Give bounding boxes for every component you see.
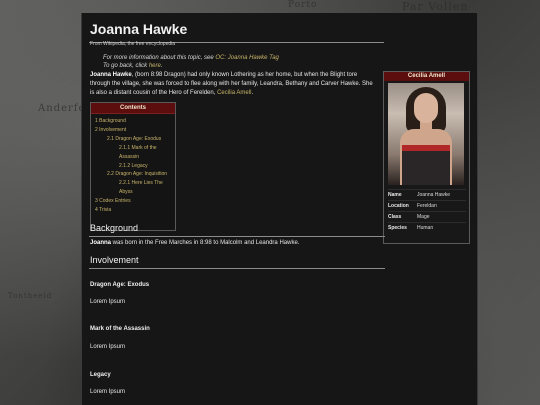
toc-item-here-lies-the-abyss[interactable]: 2.2.1 Here Lies The <box>95 179 171 188</box>
hatnote-back-link[interactable]: here <box>149 63 161 69</box>
toc-item-legacy[interactable]: 2.1.2 Legacy <box>95 162 171 171</box>
toc-item-mark-of-the-assassin[interactable]: 2.1.1 Mark of the <box>95 144 171 153</box>
page-title: Joanna Hawke <box>90 21 188 37</box>
infobox-row: Class Mage <box>388 211 466 222</box>
section-heading-involvement: Involvement <box>90 255 139 265</box>
toc-item-codex-entries[interactable]: 3 Codex Entries <box>95 197 171 206</box>
source-note-text: From Wikipedia, the free encyclopedia <box>90 41 176 47</box>
background-paragraph: Joanna was born in the Free Marches in 8… <box>90 240 299 246</box>
infobox-table: Name Joanna Hawke Location Fereldan Class M… <box>388 189 466 233</box>
map-label: Porto <box>288 0 318 10</box>
toc-item-exodus[interactable]: 2.1 Dragon Age: Exodus <box>95 135 171 144</box>
infobox-key: Species <box>388 225 407 231</box>
hatnote: For more information about this topic, s… <box>103 54 279 70</box>
infobox-row: Location Fereldan <box>388 200 466 211</box>
subsection-heading-legacy: Legacy <box>90 372 111 378</box>
lead-name: Joanna Hawke <box>90 72 132 78</box>
infobox-title: Cecilia Amell <box>384 72 469 81</box>
map-label: Par Vollen <box>402 0 469 13</box>
article-page: Joanna Hawke From Wikipedia, the free en… <box>81 13 478 405</box>
section-divider <box>89 268 385 269</box>
toc-title: Contents <box>91 103 175 114</box>
infobox-key: Name <box>388 192 402 198</box>
lead-link[interactable]: Cecilia Amell <box>217 90 251 96</box>
toc-item-inquisition[interactable]: 2.2 Dragon Age: Inquisition <box>95 170 171 179</box>
background-text: was born in the Free Marches in 8:98 to … <box>111 240 300 246</box>
subsection-text: Lorem Ipsum <box>90 344 126 350</box>
hatnote-prefix: For more information about this topic, s… <box>103 55 216 61</box>
subsection-text: Lorem Ipsum <box>90 299 126 305</box>
infobox-key: Class <box>388 214 402 220</box>
section-divider <box>89 236 385 237</box>
infobox-value: Joanna Hawke <box>417 192 451 198</box>
portrait-face <box>414 93 438 123</box>
lead-end: . <box>251 90 254 96</box>
map-label: Tontheeld <box>8 292 53 300</box>
hatnote-back-suffix: . <box>160 63 163 69</box>
character-portrait <box>388 83 464 185</box>
infobox-value: Human <box>417 225 434 231</box>
toc-item-involvement[interactable]: 2 Involvement <box>95 126 171 135</box>
portrait-dress <box>402 145 450 185</box>
table-of-contents: Contents 1 Background 2 Involvement 2.1 … <box>90 102 176 231</box>
infobox-value: Fereldan <box>417 203 437 209</box>
infobox-row: Name Joanna Hawke <box>388 189 466 200</box>
infobox-key: Location <box>388 203 409 209</box>
lead-paragraph: Joanna Hawke, (born 8:98 Dragon) had onl… <box>90 71 377 98</box>
toc-item-mark-of-the-assassin-cont[interactable]: Assassin <box>95 153 171 162</box>
toc-item-trivia[interactable]: 4 Trivia <box>95 206 171 215</box>
infobox-value: Mage <box>417 214 430 220</box>
portrait-dress-trim <box>402 145 450 151</box>
hatnote-link[interactable]: OC: Joanna Hawke Tag <box>215 55 278 61</box>
subsection-heading-exodus: Dragon Age: Exodus <box>90 282 150 288</box>
toc-item-background[interactable]: 1 Background <box>95 117 171 126</box>
infobox-row: Species Human <box>388 222 466 233</box>
background-name: Joanna <box>90 240 112 246</box>
subsection-text: Lorem Ipsum <box>90 389 126 395</box>
toc-list: 1 Background 2 Involvement 2.1 Dragon Ag… <box>91 114 175 218</box>
infobox: Cecilia Amell Name Joanna Hawke Location F… <box>383 71 470 244</box>
toc-item-here-lies-the-abyss-cont[interactable]: Abyss <box>95 188 171 197</box>
source-note: From Wikipedia, the free encyclopedia <box>90 41 175 47</box>
subsection-heading-mark-of-the-assassin: Mark of the Assassin <box>90 326 150 332</box>
hatnote-back-prefix: To go back, click <box>103 63 149 69</box>
section-heading-background: Background <box>90 223 139 233</box>
